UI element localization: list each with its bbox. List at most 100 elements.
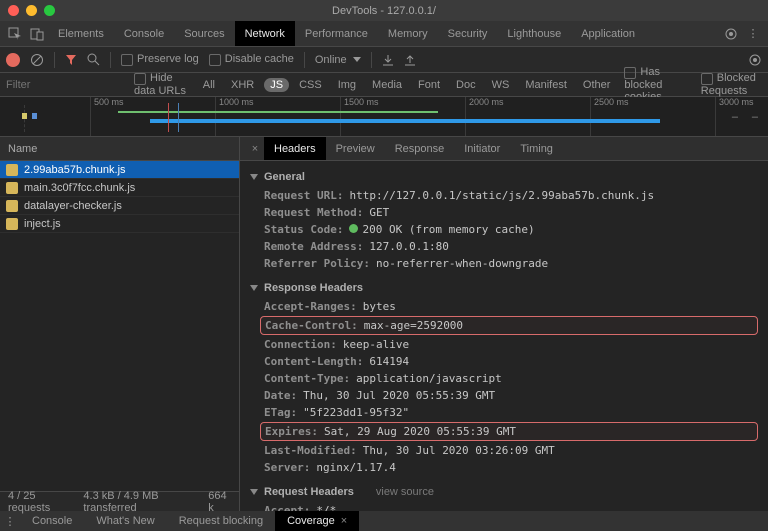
js-file-icon bbox=[6, 218, 18, 230]
details-tab-headers[interactable]: Headers bbox=[264, 137, 326, 160]
status-bar: 4 / 25 requests 4.3 kB / 4.9 MB transfer… bbox=[0, 491, 239, 511]
filter-type-doc[interactable]: Doc bbox=[450, 78, 482, 92]
name-column-header[interactable]: Name bbox=[0, 137, 239, 161]
clear-icon[interactable] bbox=[30, 53, 44, 67]
window-title: DevTools - 127.0.0.1/ bbox=[0, 5, 768, 17]
tab-elements[interactable]: Elements bbox=[48, 21, 114, 46]
file-name: 2.99aba57b.chunk.js bbox=[24, 164, 126, 176]
filter-type-font[interactable]: Font bbox=[412, 78, 446, 92]
request-row[interactable]: 2.99aba57b.chunk.js bbox=[0, 161, 239, 179]
main-tabs-row: ElementsConsoleSourcesNetworkPerformance… bbox=[0, 21, 768, 47]
details-tab-preview[interactable]: Preview bbox=[326, 137, 385, 160]
drawer-tab-console[interactable]: Console bbox=[20, 511, 84, 531]
header-row: Content-Length:614194 bbox=[240, 353, 768, 370]
filter-type-js[interactable]: JS bbox=[264, 78, 289, 92]
section-header[interactable]: Request Headersview source bbox=[240, 482, 768, 502]
tab-sources[interactable]: Sources bbox=[174, 21, 234, 46]
filter-row: Hide data URLs All XHR JS CSS Img Media Font Do… bbox=[0, 73, 768, 97]
filter-type-other[interactable]: Other bbox=[577, 78, 617, 92]
js-file-icon bbox=[6, 200, 18, 212]
filter-icon[interactable] bbox=[65, 54, 77, 66]
status-requests: 4 / 25 requests bbox=[8, 490, 69, 514]
tab-network[interactable]: Network bbox=[235, 21, 295, 46]
header-row: Connection:keep-alive bbox=[240, 336, 768, 353]
status-transferred: 4.3 kB / 4.9 MB transferred bbox=[83, 490, 194, 514]
header-row: Request URL:http://127.0.0.1/static/js/2… bbox=[240, 187, 768, 204]
header-row: Expires:Sat, 29 Aug 2020 05:55:39 GMT bbox=[260, 422, 758, 441]
chevron-down-icon bbox=[353, 57, 361, 62]
header-row: Request Method:GET bbox=[240, 204, 768, 221]
record-button[interactable] bbox=[6, 53, 20, 67]
preserve-log-checkbox[interactable]: Preserve log bbox=[121, 53, 199, 65]
settings-gear-icon[interactable] bbox=[720, 21, 742, 46]
drawer-tabs: ⋮ ConsoleWhat's NewRequest blockingCover… bbox=[0, 511, 768, 531]
throttling-select[interactable]: Online bbox=[315, 54, 361, 66]
file-name: inject.js bbox=[24, 218, 61, 230]
js-file-icon bbox=[6, 182, 18, 194]
header-row: Status Code:200 OK (from memory cache) bbox=[240, 221, 768, 238]
request-row[interactable]: inject.js bbox=[0, 215, 239, 233]
timeline-tick: 500 ms bbox=[90, 97, 124, 136]
more-menu-icon[interactable]: ⋮ bbox=[742, 21, 764, 46]
tab-application[interactable]: Application bbox=[571, 21, 645, 46]
search-icon[interactable] bbox=[87, 53, 100, 66]
request-details-panel: × HeadersPreviewResponseInitiatorTiming … bbox=[240, 137, 768, 511]
tab-memory[interactable]: Memory bbox=[378, 21, 438, 46]
tab-console[interactable]: Console bbox=[114, 21, 174, 46]
filter-input[interactable] bbox=[6, 79, 126, 91]
header-row: Content-Type:application/javascript bbox=[240, 370, 768, 387]
drawer-tab-what-s-new[interactable]: What's New bbox=[84, 511, 166, 531]
request-row[interactable]: main.3c0f7fcc.chunk.js bbox=[0, 179, 239, 197]
export-har-icon[interactable] bbox=[404, 54, 416, 66]
header-row: Remote Address:127.0.0.1:80 bbox=[240, 238, 768, 255]
section-header[interactable]: Response Headers bbox=[240, 278, 768, 298]
file-name: main.3c0f7fcc.chunk.js bbox=[24, 182, 135, 194]
inspect-element-icon[interactable] bbox=[4, 21, 26, 46]
header-row: Last-Modified:Thu, 30 Jul 2020 03:26:09 … bbox=[240, 442, 768, 459]
blocked-requests-checkbox[interactable]: Blocked Requests bbox=[701, 72, 762, 96]
tab-security[interactable]: Security bbox=[438, 21, 498, 46]
close-details-icon[interactable]: × bbox=[246, 137, 264, 160]
details-tab-timing[interactable]: Timing bbox=[510, 137, 563, 160]
window-titlebar: DevTools - 127.0.0.1/ bbox=[0, 0, 768, 21]
timeline-tick: 1500 ms bbox=[340, 97, 379, 136]
request-list-panel: Name 2.99aba57b.chunk.js main.3c0f7fcc.ch… bbox=[0, 137, 240, 511]
js-file-icon bbox=[6, 164, 18, 176]
filter-type-ws[interactable]: WS bbox=[486, 78, 516, 92]
close-drawer-tab-icon[interactable]: × bbox=[341, 515, 347, 527]
header-row: Date:Thu, 30 Jul 2020 05:55:39 GMT bbox=[240, 387, 768, 404]
disable-cache-checkbox[interactable]: Disable cache bbox=[209, 53, 294, 65]
header-row: ETag:"5f223dd1-95f32" bbox=[240, 404, 768, 421]
details-tab-initiator[interactable]: Initiator bbox=[454, 137, 510, 160]
header-row: Server:nginx/1.17.4 bbox=[240, 459, 768, 476]
filter-type-media[interactable]: Media bbox=[366, 78, 408, 92]
header-row: Cache-Control:max-age=2592000 bbox=[260, 316, 758, 335]
network-settings-gear-icon[interactable] bbox=[748, 53, 762, 67]
header-row: Accept-Ranges:bytes bbox=[240, 298, 768, 315]
request-row[interactable]: datalayer-checker.js bbox=[0, 197, 239, 215]
tab-performance[interactable]: Performance bbox=[295, 21, 378, 46]
filter-type-xhr[interactable]: XHR bbox=[225, 78, 260, 92]
filter-type-img[interactable]: Img bbox=[332, 78, 362, 92]
drawer-tab-request-blocking[interactable]: Request blocking bbox=[167, 511, 275, 531]
view-source-link[interactable]: view source bbox=[376, 486, 434, 498]
filter-type-css[interactable]: CSS bbox=[293, 78, 328, 92]
hide-data-urls-checkbox[interactable]: Hide data URLs bbox=[134, 72, 189, 96]
filter-type-manifest[interactable]: Manifest bbox=[519, 78, 573, 92]
details-tab-response[interactable]: Response bbox=[385, 137, 455, 160]
header-row: Referrer Policy:no-referrer-when-downgra… bbox=[240, 255, 768, 272]
import-har-icon[interactable] bbox=[382, 54, 394, 66]
section-header[interactable]: General bbox=[240, 167, 768, 187]
timeline-tick: 2500 ms bbox=[590, 97, 629, 136]
filter-type-all[interactable]: All bbox=[197, 78, 221, 92]
header-row: Accept:*/* bbox=[240, 502, 768, 511]
drawer-menu-icon[interactable]: ⋮ bbox=[0, 511, 20, 531]
status-resources: 664 k bbox=[208, 490, 231, 514]
timeline-overview[interactable]: 500 ms1000 ms1500 ms2000 ms2500 ms3000 m… bbox=[0, 97, 768, 137]
tab-lighthouse[interactable]: Lighthouse bbox=[497, 21, 571, 46]
file-name: datalayer-checker.js bbox=[24, 200, 122, 212]
drawer-tab-coverage[interactable]: Coverage× bbox=[275, 511, 359, 531]
timeline-tick: 1000 ms bbox=[215, 97, 254, 136]
timeline-tick: 2000 ms bbox=[465, 97, 504, 136]
device-toolbar-icon[interactable] bbox=[26, 21, 48, 46]
